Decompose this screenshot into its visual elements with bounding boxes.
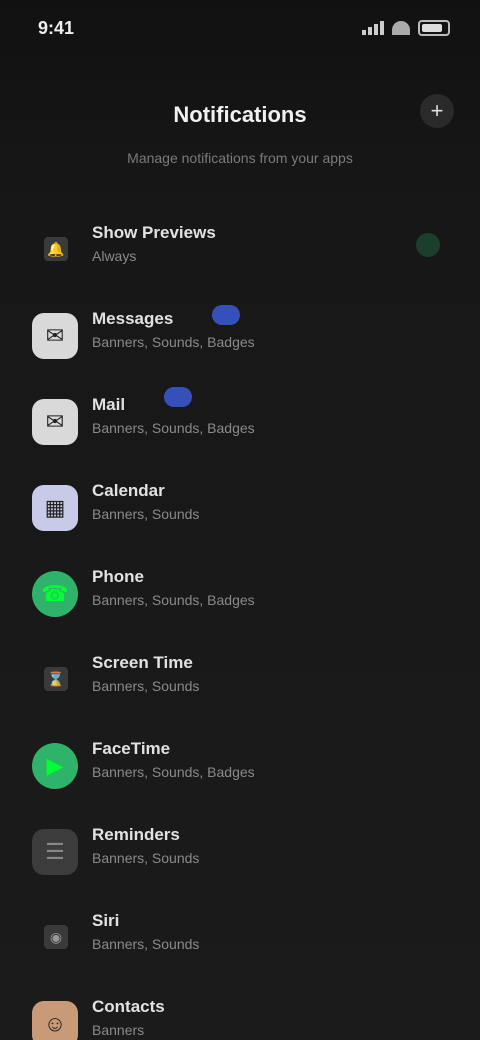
item-detail: Banners, Sounds: [92, 506, 200, 522]
item-title: Mail: [92, 395, 126, 414]
item-title: Reminders: [92, 825, 180, 844]
item-title: Screen Time: [92, 653, 193, 672]
video-icon: ▶: [32, 743, 78, 789]
list-item[interactable]: ☰ Reminders Banners, Sounds: [0, 807, 480, 893]
list-item[interactable]: ✉ Messages Banners, Sounds, Badges: [0, 291, 480, 377]
wifi-icon: [392, 21, 410, 35]
list-item[interactable]: ✉ Mail Banners, Sounds, Badges: [0, 377, 480, 463]
item-title: Siri: [92, 911, 120, 930]
plus-icon[interactable]: +: [420, 94, 454, 128]
item-title: Show Previews: [92, 223, 216, 242]
item-detail: Banners, Sounds: [92, 850, 200, 866]
page-subtitle: Manage notifications from your apps: [127, 150, 353, 166]
item-title: FaceTime: [92, 739, 171, 758]
item-title: Calendar: [92, 481, 165, 500]
calendar-icon: ▦: [32, 485, 78, 531]
toggle-switch[interactable]: [416, 233, 440, 257]
item-detail: Banners, Sounds: [92, 936, 200, 952]
list-item[interactable]: ▶ FaceTime Banners, Sounds, Badges: [0, 721, 480, 807]
item-detail: Banners, Sounds, Badges: [92, 764, 255, 780]
status-time: 9:41: [38, 18, 75, 38]
unread-badge: [212, 305, 240, 325]
battery-icon: [418, 20, 450, 36]
siri-icon: ◉: [44, 925, 68, 949]
list-icon: ☰: [32, 829, 78, 875]
signal-icon: [362, 21, 384, 35]
item-detail: Banners, Sounds, Badges: [92, 592, 255, 608]
list-item[interactable]: ▦ Calendar Banners, Sounds: [0, 463, 480, 549]
list-item[interactable]: 🔔 Show Previews Always: [0, 205, 480, 291]
status-icons: [362, 20, 450, 36]
item-detail: Banners: [92, 1022, 145, 1038]
page-title: Notifications: [173, 102, 307, 127]
item-detail: Always: [92, 248, 137, 264]
item-title: Contacts: [92, 997, 165, 1016]
mail-icon: ✉: [32, 399, 78, 445]
item-title: Phone: [92, 567, 144, 586]
list-item[interactable]: ☎ Phone Banners, Sounds, Badges: [0, 549, 480, 635]
item-title: Messages: [92, 309, 174, 328]
status-bar: 9:41: [0, 0, 480, 60]
item-detail: Banners, Sounds, Badges: [92, 334, 255, 350]
contacts-icon: ☺: [32, 1001, 78, 1040]
bell-icon: 🔔: [44, 237, 68, 261]
phone-icon: ☎: [32, 571, 78, 617]
notification-app-list: 🔔 Show Previews Always ✉ Messages Banners, So…: [0, 205, 480, 1040]
notifications-screen: 9:41 Notifications + Manage notification…: [0, 0, 480, 1040]
hourglass-icon: ⌛: [44, 667, 68, 691]
nav-bar: Notifications +: [0, 80, 480, 150]
item-detail: Banners, Sounds: [92, 678, 200, 694]
item-detail: Banners, Sounds, Badges: [92, 420, 255, 436]
list-item[interactable]: ☺ Contacts Banners: [0, 979, 480, 1040]
list-item[interactable]: ⌛ Screen Time Banners, Sounds: [0, 635, 480, 721]
list-item[interactable]: ◉ Siri Banners, Sounds: [0, 893, 480, 979]
unread-badge: [164, 387, 192, 407]
messages-icon: ✉: [32, 313, 78, 359]
